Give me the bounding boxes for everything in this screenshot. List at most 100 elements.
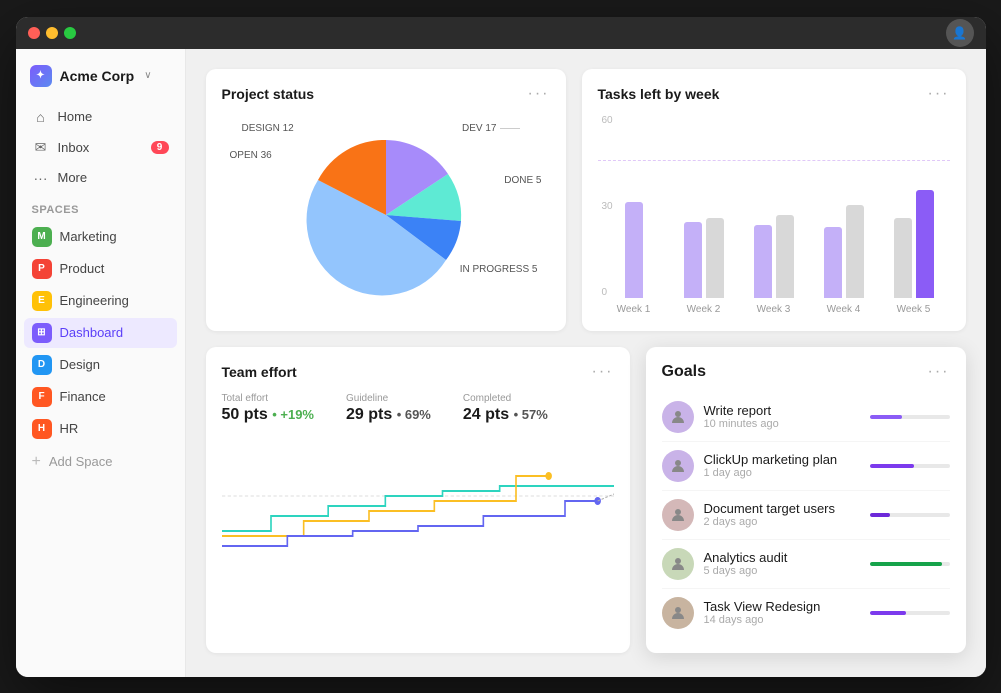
y-label-30: 30 — [602, 201, 613, 212]
sidebar-item-marketing[interactable]: M Marketing — [24, 222, 177, 252]
maximize-button[interactable] — [64, 27, 76, 39]
total-effort-label: Total effort — [222, 393, 314, 404]
close-button[interactable] — [28, 27, 40, 39]
finance-dot: F — [32, 387, 52, 407]
inbox-label: Inbox — [58, 140, 90, 155]
team-effort-title: Team effort — [222, 364, 297, 380]
tasks-left-menu[interactable]: ··· — [928, 85, 950, 103]
home-label: Home — [58, 109, 93, 124]
goal-item-document-users[interactable]: Document target users 2 days ago — [662, 491, 950, 540]
line-chart-container — [222, 436, 614, 556]
goal-info-write-report: Write report 10 minutes ago — [704, 403, 860, 430]
pie-label-design: DESIGN 12 — [242, 123, 294, 134]
project-status-menu[interactable]: ··· — [528, 85, 550, 103]
more-label: More — [58, 170, 88, 185]
sidebar-nav: ⌂ Home ✉ Inbox 9 ··· More — [16, 103, 185, 192]
y-axis-labels: 60 30 0 — [598, 115, 617, 298]
bottom-row: Team effort ··· Total effort 50 pts • +1… — [206, 347, 966, 653]
goals-title: Goals — [662, 363, 706, 381]
sidebar-item-inbox[interactable]: ✉ Inbox 9 — [24, 133, 177, 162]
goal-item-write-report[interactable]: Write report 10 minutes ago — [662, 393, 950, 442]
engineering-label: Engineering — [60, 293, 129, 308]
completed-label: Completed — [463, 393, 548, 404]
goal-item-analytics[interactable]: Analytics audit 5 days ago — [662, 540, 950, 589]
sidebar-item-product[interactable]: P Product — [24, 254, 177, 284]
bar-x-labels: Week 1 Week 2 Week 3 Week 4 Week 5 — [598, 298, 950, 315]
goal-progress-fill-clickup — [870, 464, 914, 468]
goal-avatar-clickup — [662, 450, 694, 482]
add-space-plus-icon: + — [32, 453, 41, 471]
goal-avatar-document — [662, 499, 694, 531]
bar-chart-inner: 60 30 0 — [598, 115, 950, 298]
sidebar-item-design[interactable]: D Design — [24, 350, 177, 380]
sidebar-item-dashboard[interactable]: ⊞ Dashboard — [24, 318, 177, 348]
tasks-left-card: Tasks left by week ··· 60 30 0 — [582, 69, 966, 331]
top-row: Project status ··· — [206, 69, 966, 331]
product-dot: P — [32, 259, 52, 279]
goal-name-taskview: Task View Redesign — [704, 599, 860, 614]
sidebar-item-hr[interactable]: H HR — [24, 414, 177, 444]
goal-time-write-report: 10 minutes ago — [704, 418, 860, 430]
bar-week3-b — [776, 215, 794, 298]
stat-total-effort: Total effort 50 pts • +19% — [222, 393, 314, 424]
bar-week5-a — [894, 218, 912, 298]
marketing-dot: M — [32, 227, 52, 247]
bar-group-week3 — [748, 215, 800, 298]
goal-item-task-view[interactable]: Task View Redesign 14 days ago — [662, 589, 950, 637]
goal-name-clickup: ClickUp marketing plan — [704, 452, 860, 467]
goal-progress-fill-taskview — [870, 611, 906, 615]
app-window: 👤 ✦ Acme Corp ∨ ⌂ Home ✉ Inbox 9 — [16, 17, 986, 677]
goal-time-taskview: 14 days ago — [704, 614, 860, 626]
project-status-title: Project status — [222, 86, 315, 102]
goal-progress-document — [870, 513, 950, 517]
goal-progress-analytics — [870, 562, 950, 566]
week2-label: Week 2 — [678, 304, 730, 315]
traffic-lights — [28, 27, 76, 39]
stat-completed: Completed 24 pts • 57% — [463, 393, 548, 424]
sidebar-item-engineering[interactable]: E Engineering — [24, 286, 177, 316]
goal-progress-fill-write-report — [870, 415, 902, 419]
pie-chart-container: DEV 17 DONE 5 IN PROGRESS 5 OPEN 36 DESI… — [222, 115, 550, 315]
sidebar-item-finance[interactable]: F Finance — [24, 382, 177, 412]
dashboard-dot: ⊞ — [32, 323, 52, 343]
bar-chart: 60 30 0 — [598, 115, 950, 315]
pie-label-done: DONE 5 — [504, 175, 541, 186]
spaces-list: M Marketing P Product E Engineering ⊞ Da… — [16, 222, 185, 444]
bar-week5-b — [916, 190, 934, 298]
goal-progress-fill-document — [870, 513, 890, 517]
goal-info-analytics: Analytics audit 5 days ago — [704, 550, 860, 577]
goal-item-clickup-marketing[interactable]: ClickUp marketing plan 1 day ago — [662, 442, 950, 491]
spaces-label: Spaces — [16, 192, 185, 222]
goal-avatar-taskview — [662, 597, 694, 629]
team-effort-menu[interactable]: ··· — [592, 363, 614, 381]
bar-week2-b — [706, 218, 724, 298]
goal-name-document: Document target users — [704, 501, 860, 516]
week1-label: Week 1 — [608, 304, 660, 315]
main-content: Project status ··· — [186, 49, 986, 677]
sidebar-item-more[interactable]: ··· More — [24, 164, 177, 192]
project-status-header: Project status ··· — [222, 85, 550, 103]
minimize-button[interactable] — [46, 27, 58, 39]
add-space-button[interactable]: + Add Space — [24, 448, 177, 476]
guideline-label: Guideline — [346, 393, 431, 404]
goal-info-document: Document target users 2 days ago — [704, 501, 860, 528]
completed-pts: 24 pts — [463, 406, 509, 423]
user-avatar[interactable]: 👤 — [946, 19, 974, 47]
goals-menu[interactable]: ··· — [928, 363, 950, 381]
week3-label: Week 3 — [748, 304, 800, 315]
pie-chart — [286, 115, 486, 315]
hr-dot: H — [32, 419, 52, 439]
goals-card: Goals ··· Write report 10 minutes ago — [646, 347, 966, 653]
tasks-left-header: Tasks left by week ··· — [598, 85, 950, 103]
sidebar-item-home[interactable]: ⌂ Home — [24, 103, 177, 131]
bar-group-week4 — [818, 205, 870, 298]
completed-pct: • 57% — [514, 407, 548, 422]
guideline-pts: 29 pts — [346, 406, 392, 423]
brand-button[interactable]: ✦ Acme Corp ∨ — [16, 61, 185, 103]
goal-progress-fill-analytics — [870, 562, 942, 566]
goal-avatar-analytics — [662, 548, 694, 580]
add-space-label: Add Space — [49, 454, 113, 469]
goal-info-clickup: ClickUp marketing plan 1 day ago — [704, 452, 860, 479]
marketing-label: Marketing — [60, 229, 117, 244]
goal-progress-clickup — [870, 464, 950, 468]
